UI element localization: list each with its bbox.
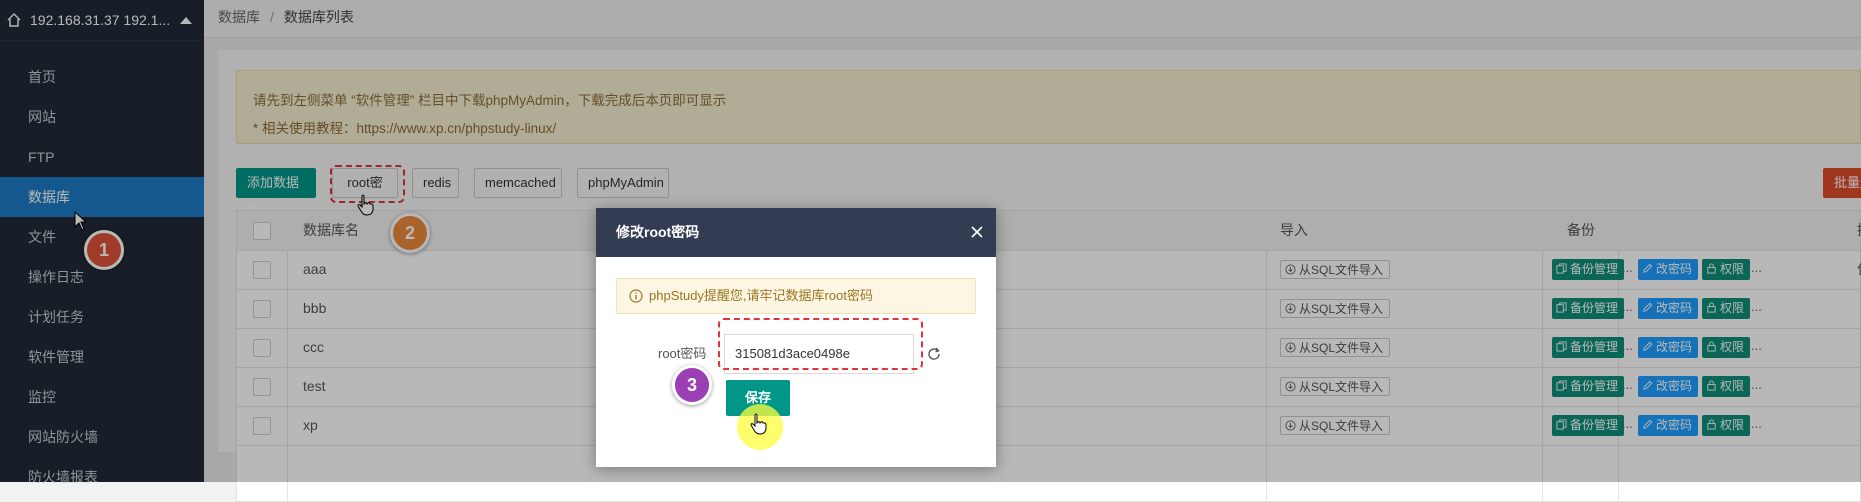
step-badge-3: 3 [672,365,712,405]
close-icon[interactable] [970,225,984,239]
dialog-header: 修改root密码 [596,208,996,257]
highlight-password-input [718,318,923,370]
refresh-icon[interactable] [926,346,942,362]
info-icon [629,289,643,303]
reminder-tip: phpStudy提醒您,请牢记数据库root密码 [616,278,976,314]
reminder-text: phpStudy提醒您,请牢记数据库root密码 [649,288,873,303]
dialog-title: 修改root密码 [616,224,700,240]
hand-cursor-icon [750,413,767,435]
